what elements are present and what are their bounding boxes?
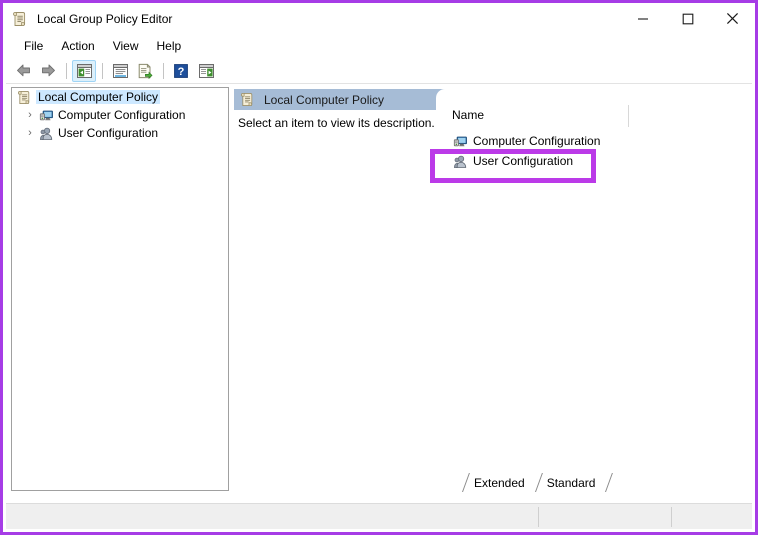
console-tree-pane[interactable]: Local Computer Policy › Computer Configu… [11,87,229,491]
menu-item-help[interactable]: Help [148,37,191,55]
svg-text:?: ? [178,66,185,78]
toolbar-separator [66,62,67,79]
list-item-user-configuration[interactable]: User Configuration [452,151,573,171]
properties-button[interactable] [108,60,132,82]
computer-config-icon [38,107,54,123]
status-bar-separator [538,507,539,527]
policy-scroll-icon [16,89,32,105]
result-list-card: Name Computer Configuration User Configu… [436,89,752,477]
description-text: Select an item to view its description. [238,116,435,130]
policy-scroll-icon [240,92,256,108]
menu-bar: File Action View Help [6,34,752,58]
forward-button[interactable] [36,60,60,82]
tab-label: Extended [474,475,525,490]
view-tab-strip: Extended Standard [462,472,752,492]
toolbar-separator [163,62,164,79]
tab-label: Standard [546,475,596,490]
tree-item-label: Computer Configuration [58,108,186,122]
tab-extended[interactable]: Extended [462,473,535,492]
chevron-right-icon[interactable]: › [22,125,38,141]
details-pane-title: Local Computer Policy [264,92,385,107]
tree-item-local-computer-policy[interactable]: Local Computer Policy [12,88,228,106]
tab-standard[interactable]: Standard [534,473,606,492]
chevron-right-icon[interactable]: › [22,107,38,123]
status-bar [6,503,752,529]
column-divider[interactable] [628,105,629,127]
policy-scroll-icon [12,11,28,27]
tree-item-user-configuration[interactable]: › User Configuration [12,124,228,142]
local-group-policy-editor-window: Local Group Policy Editor File Action Vi… [0,0,758,535]
list-item-label: User Configuration [473,154,574,168]
back-button[interactable] [11,60,35,82]
user-config-icon [38,125,54,141]
maximize-button[interactable] [665,3,710,34]
status-bar-separator [671,507,672,527]
toolbar: ? [6,58,752,84]
computer-config-icon [452,133,468,149]
window-controls [620,3,755,34]
close-button[interactable] [710,3,755,34]
show-hide-console-tree-button[interactable] [72,59,96,82]
menu-item-file[interactable]: File [15,37,52,55]
title-bar: Local Group Policy Editor [3,3,755,34]
content-area: Local Computer Policy › Computer Configu… [6,85,752,494]
minimize-button[interactable] [620,3,665,34]
list-item-label: Computer Configuration [473,134,601,148]
export-list-button[interactable] [133,60,157,82]
window-title: Local Group Policy Editor [37,11,173,26]
menu-item-view[interactable]: View [104,37,148,55]
user-config-icon [452,153,468,169]
tree-item-computer-configuration[interactable]: › Computer Configuration [12,106,228,124]
show-action-pane-button[interactable] [194,60,218,82]
toolbar-separator [102,62,103,79]
menu-item-action[interactable]: Action [52,37,103,55]
details-pane: Local Computer Policy Select an item to … [234,85,752,494]
tree-item-label: User Configuration [58,126,159,140]
list-item-computer-configuration[interactable]: Computer Configuration [452,131,600,151]
help-button[interactable]: ? [169,60,193,82]
list-column-header: Name [436,105,752,127]
tree-item-label: Local Computer Policy [36,90,161,104]
column-header-name[interactable]: Name [452,108,484,122]
